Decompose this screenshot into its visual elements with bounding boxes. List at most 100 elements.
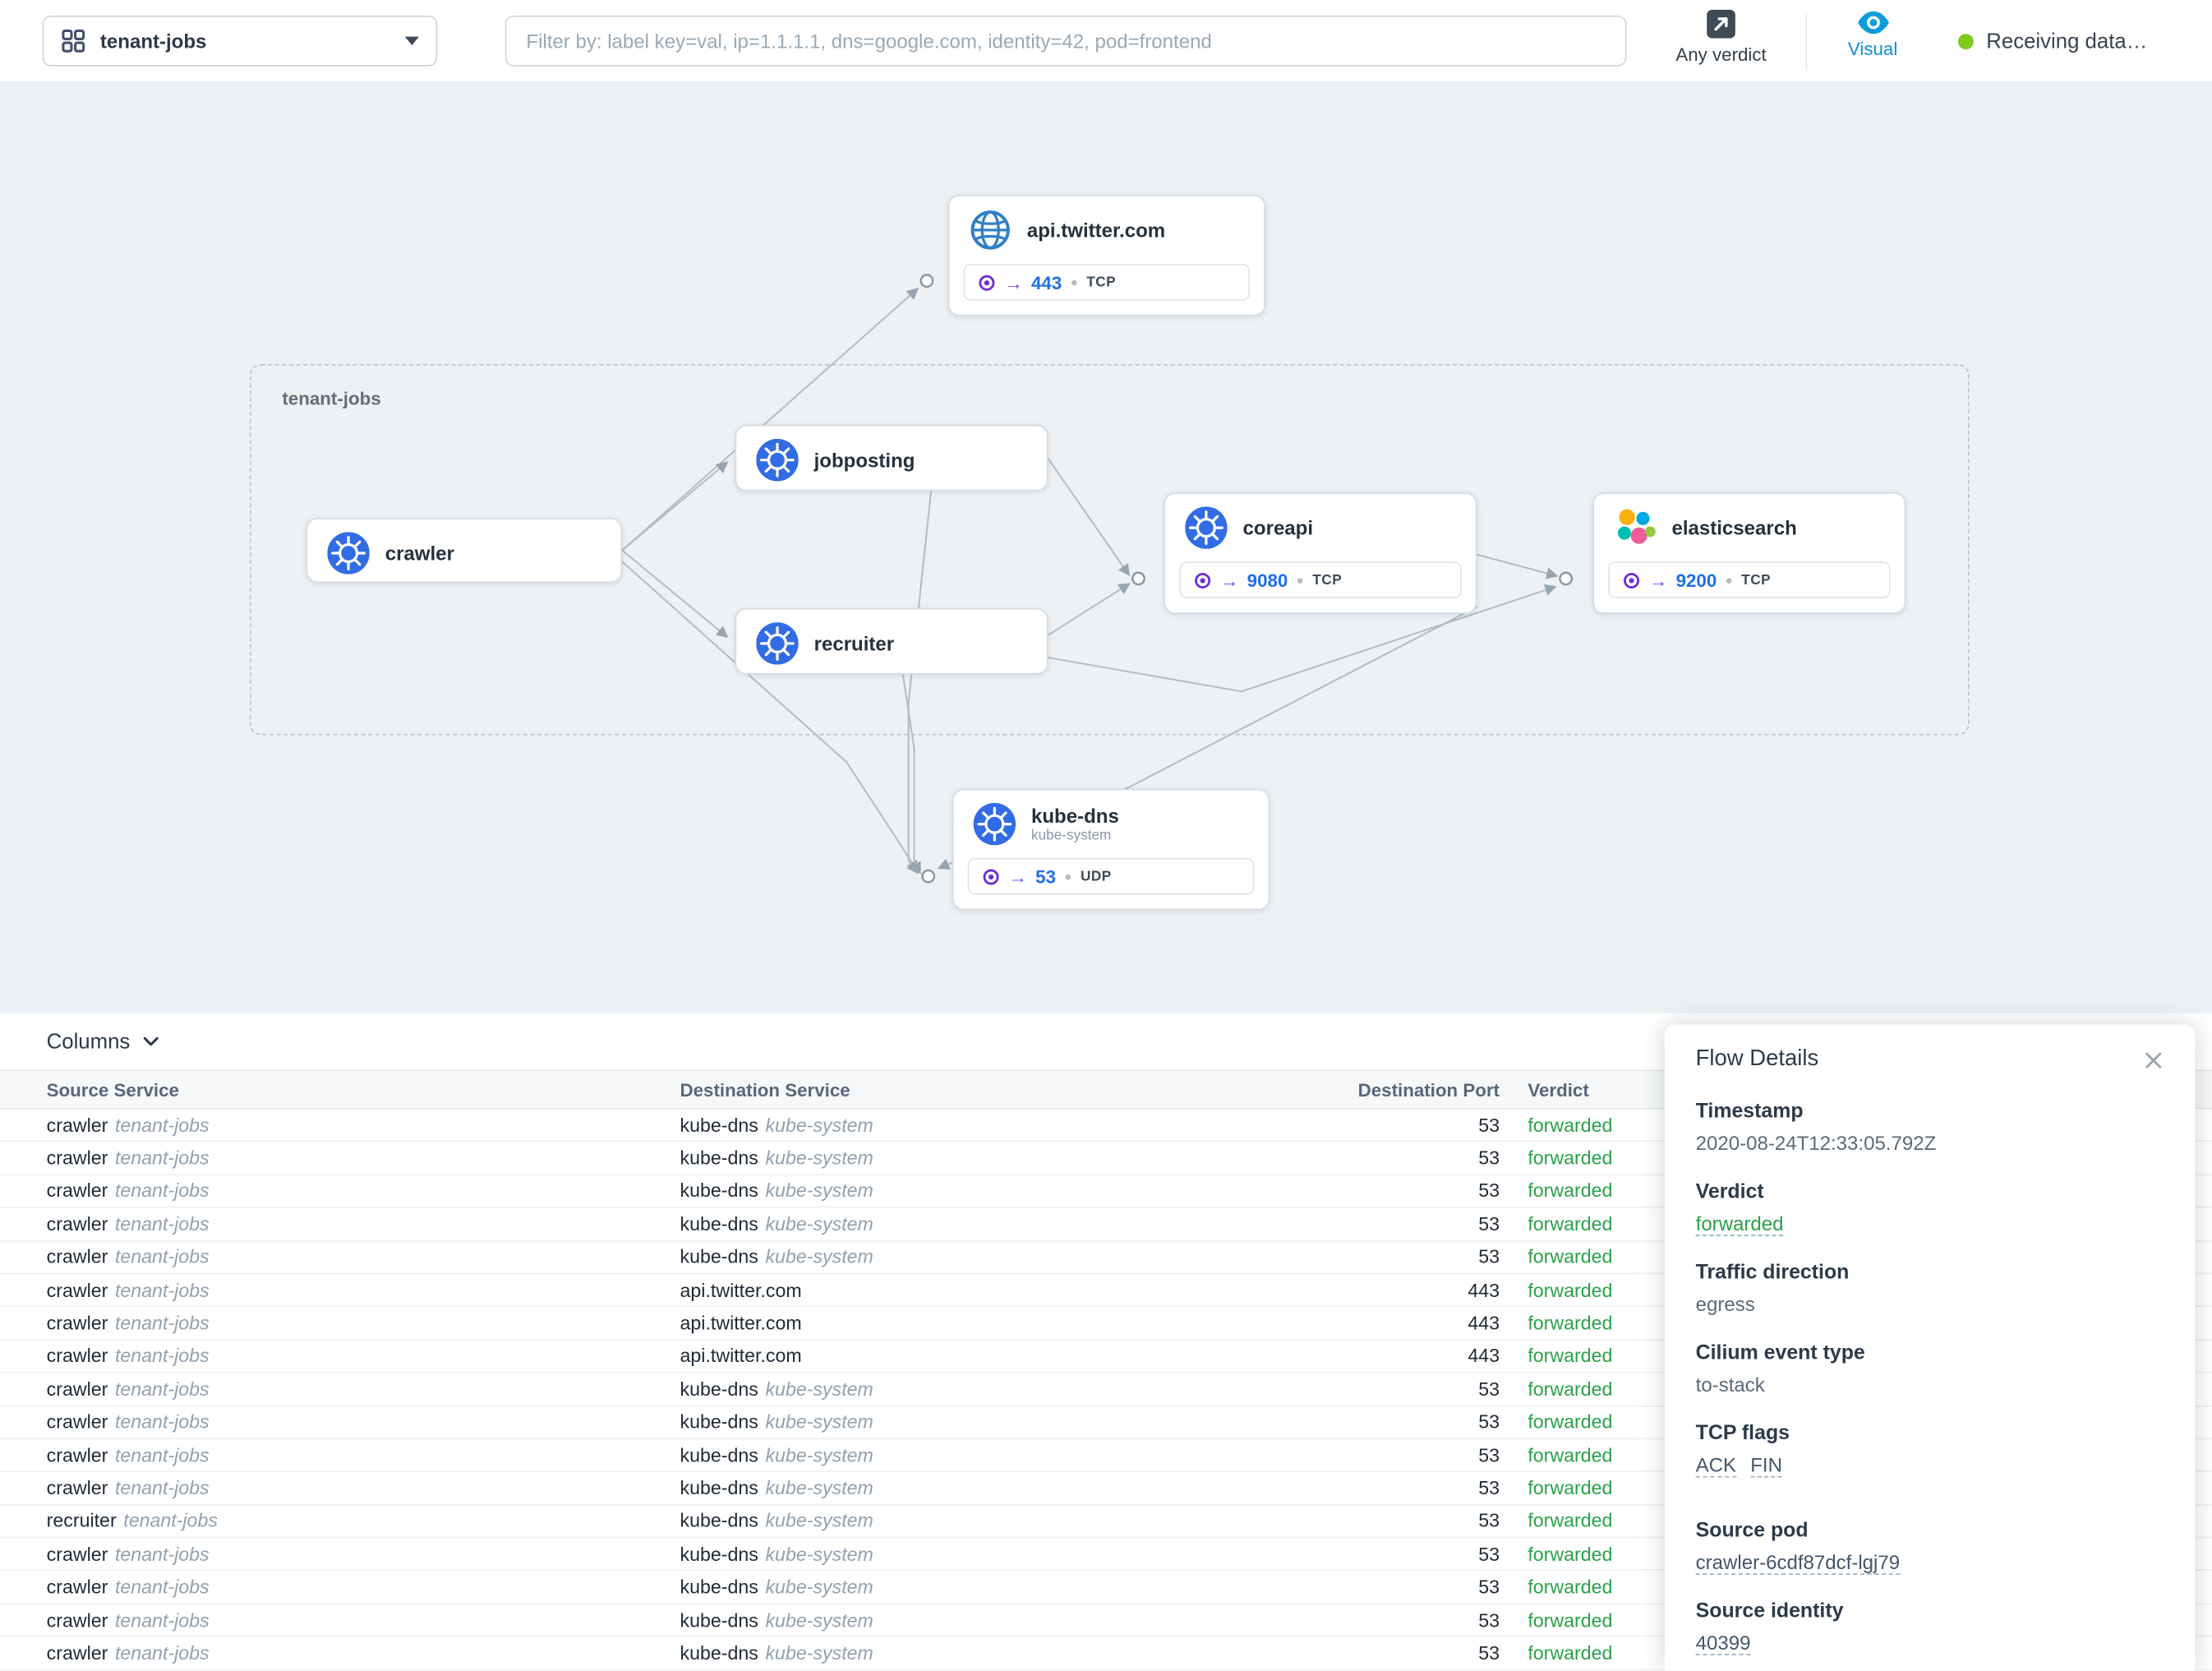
destination-port-cell: 53 [1316, 1511, 1500, 1532]
kubernetes-icon [327, 532, 370, 575]
service-node-elasticsearch[interactable]: elasticsearch → 9200 ● TCP [1592, 492, 1906, 614]
kubernetes-icon [756, 439, 799, 482]
tcp-flags-label: TCP flags [1696, 1423, 2164, 1445]
timestamp-label: Timestamp [1696, 1101, 2164, 1123]
node-title: recruiter [814, 632, 895, 654]
source-service-cell: crawlertenant-jobs [47, 1444, 680, 1466]
source-identity-label: Source identity [1696, 1600, 2164, 1623]
port-row-9080[interactable]: → 9080 ● TCP [1179, 561, 1461, 598]
chevron-down-icon [141, 1032, 161, 1051]
traffic-direction-value: egress [1696, 1293, 2164, 1315]
source-service-cell: crawlertenant-jobs [47, 1180, 680, 1202]
close-icon[interactable] [2143, 1049, 2164, 1070]
destination-service-cell: api.twitter.com [680, 1346, 1316, 1367]
cluster-label: tenant-jobs [282, 388, 380, 409]
source-service-cell: crawlertenant-jobs [47, 1313, 680, 1334]
source-service-cell: crawlertenant-jobs [47, 1280, 680, 1301]
destination-service-cell: kube-dnskube-system [680, 1544, 1316, 1565]
dot-separator: ● [1297, 573, 1304, 587]
port-number: 9080 [1247, 570, 1288, 591]
endpoint-icon [982, 867, 1000, 885]
destination-service-cell: kube-dnskube-system [680, 1642, 1316, 1664]
destination-service-cell: kube-dnskube-system [680, 1576, 1316, 1598]
status-dot-icon [1958, 33, 1974, 48]
status-label: Receiving data… [1986, 29, 2147, 53]
destination-service-cell: kube-dnskube-system [680, 1444, 1316, 1466]
service-node-recruiter[interactable]: recruiter [735, 608, 1048, 675]
endpoint-icon [978, 273, 996, 291]
destination-service-cell: kube-dnskube-system [680, 1511, 1316, 1532]
visual-mode-button[interactable]: Visual [1834, 12, 1911, 59]
node-namespace: kube-system [1031, 829, 1119, 844]
destination-port-cell: 53 [1316, 1213, 1500, 1235]
port-protocol: UDP [1081, 869, 1112, 884]
node-title: crawler [385, 542, 454, 564]
node-title: kube-dns [1031, 805, 1119, 827]
tcp-flag-fin-link[interactable]: FIN [1750, 1453, 1782, 1477]
source-pod-link[interactable]: crawler-6cdf87dcf-lgj79 [1696, 1551, 1900, 1575]
source-service-cell: crawlertenant-jobs [47, 1576, 680, 1598]
destination-service-cell: kube-dnskube-system [680, 1180, 1316, 1202]
destination-port-cell: 53 [1316, 1576, 1500, 1598]
source-service-cell: crawlertenant-jobs [47, 1544, 680, 1565]
source-service-cell: crawlertenant-jobs [47, 1478, 680, 1499]
source-pod-label: Source pod [1696, 1520, 2164, 1542]
port-number: 9200 [1676, 570, 1717, 591]
service-node-crawler[interactable]: crawler [306, 518, 623, 583]
dot-separator: ● [1071, 275, 1078, 289]
destination-service-cell: kube-dnskube-system [680, 1115, 1316, 1136]
port-row-53[interactable]: → 53 ● UDP [968, 858, 1255, 895]
destination-port-cell: 53 [1316, 1180, 1500, 1202]
kubernetes-icon [1185, 506, 1228, 549]
verdict-filter-button[interactable]: Any verdict [1671, 8, 1770, 65]
destination-port-cell: 53 [1316, 1115, 1500, 1136]
port-row-443[interactable]: → 443 ● TCP [964, 264, 1251, 301]
timestamp-value: 2020-08-24T12:33:05.792Z [1696, 1132, 2164, 1154]
arrow-icon: → [1220, 570, 1238, 589]
source-identity-link[interactable]: 40399 [1696, 1632, 1751, 1655]
tcp-flag-ack-link[interactable]: ACK [1696, 1453, 1736, 1477]
arrow-icon: → [1004, 273, 1022, 291]
source-service-cell: crawlertenant-jobs [47, 1346, 680, 1367]
service-map: tenant-jobs api.twitter.com → 443 ● TCP … [0, 82, 2212, 1013]
source-service-cell: crawlertenant-jobs [47, 1642, 680, 1664]
dot-separator: ● [1726, 573, 1733, 587]
header-destination-service: Destination Service [680, 1079, 1316, 1101]
destination-port-cell: 53 [1316, 1609, 1500, 1631]
arrow-icon: → [1649, 570, 1667, 589]
port-row-9200[interactable]: → 9200 ● TCP [1608, 561, 1890, 598]
service-node-jobposting[interactable]: jobposting [735, 425, 1048, 492]
destination-port-cell: 53 [1316, 1411, 1500, 1433]
header-destination-port: Destination Port [1316, 1079, 1500, 1101]
namespace-value: tenant-jobs [100, 30, 391, 52]
endpoint-icon [1622, 570, 1640, 589]
source-service-cell: crawlertenant-jobs [47, 1147, 680, 1169]
destination-service-cell: kube-dnskube-system [680, 1246, 1316, 1267]
flow-details-title: Flow Details [1696, 1047, 1819, 1073]
dot-separator: ● [1064, 870, 1071, 884]
topbar: tenant-jobs Any verdict Visual Receiving… [0, 0, 2212, 83]
destination-port-cell: 53 [1316, 1246, 1500, 1267]
port-number: 53 [1035, 866, 1056, 887]
verdict-value-link[interactable]: forwarded [1696, 1212, 1784, 1236]
port-number: 443 [1031, 271, 1062, 293]
flow-details-panel: Flow Details Timestamp 2020-08-24T12:33:… [1665, 1024, 2196, 1670]
destination-port-cell: 443 [1316, 1346, 1500, 1367]
namespace-select[interactable]: tenant-jobs [43, 16, 438, 67]
source-service-cell: crawlertenant-jobs [47, 1609, 680, 1631]
destination-service-cell: kube-dnskube-system [680, 1609, 1316, 1631]
service-node-api-twitter[interactable]: api.twitter.com → 443 ● TCP [948, 195, 1265, 316]
node-title: jobposting [814, 449, 915, 471]
destination-port-cell: 443 [1316, 1280, 1500, 1301]
destination-service-cell: kube-dnskube-system [680, 1378, 1316, 1400]
kubernetes-icon [756, 622, 799, 665]
destination-port-cell: 53 [1316, 1544, 1500, 1565]
node-title: coreapi [1243, 516, 1314, 538]
service-node-kube-dns[interactable]: kube-dns kube-system → 53 ● UDP [952, 789, 1270, 911]
namespace-icon [61, 28, 86, 53]
traffic-direction-label: Traffic direction [1696, 1262, 2164, 1284]
flow-filter-input[interactable] [505, 16, 1627, 67]
source-service-cell: crawlertenant-jobs [47, 1213, 680, 1235]
connection-status: Receiving data… [1958, 0, 2147, 82]
service-node-coreapi[interactable]: coreapi → 9080 ● TCP [1164, 492, 1477, 614]
